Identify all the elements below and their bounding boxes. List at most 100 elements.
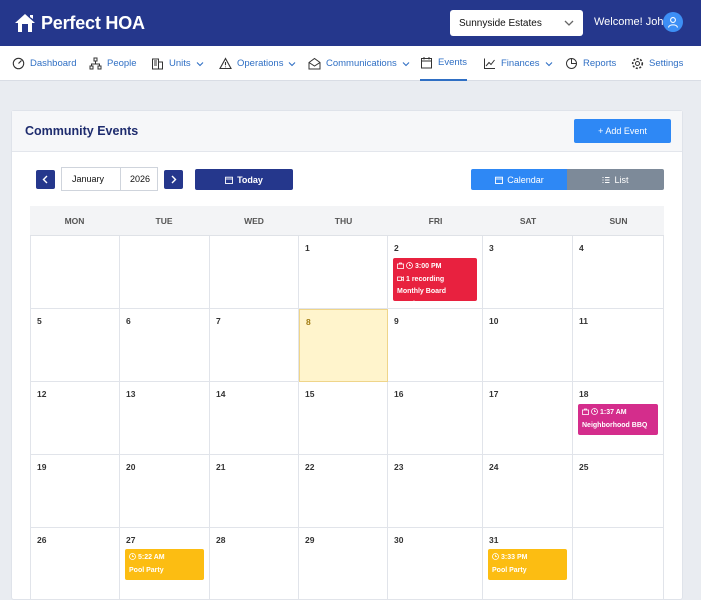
year-input[interactable]: 2026 <box>120 167 158 191</box>
calendar-weekday-header: MON TUE WED THU FRI SAT SUN <box>30 206 664 236</box>
nav-people-label: People <box>107 58 137 69</box>
calendar-view-button[interactable]: Calendar <box>471 169 568 190</box>
calendar-today-cell[interactable]: 8 <box>299 309 388 382</box>
nav-settings[interactable]: Settings <box>631 46 683 81</box>
calendar-day-cell[interactable]: 29 <box>299 528 388 600</box>
main-nav: Dashboard People Units Operations Commun… <box>0 46 701 81</box>
day-number: 4 <box>579 243 584 253</box>
calendar-day-cell[interactable]: 28 <box>210 528 299 600</box>
calendar-day-cell[interactable]: 26 <box>30 528 120 600</box>
day-number: 20 <box>126 462 136 472</box>
event-time-row: 1:37 AM <box>582 407 654 420</box>
calendar-day-cell[interactable]: 3 <box>483 236 573 309</box>
calendar-empty-cell <box>30 236 120 309</box>
nav-settings-label: Settings <box>649 58 684 69</box>
event-time: 3:00 PM <box>415 263 442 270</box>
day-number: 10 <box>489 316 499 326</box>
day-number: 1 <box>305 243 310 253</box>
list-view-label: List <box>614 174 629 185</box>
event-neighborhood-bbq[interactable]: 1:37 AM Neighborhood BBQ <box>578 404 658 435</box>
calendar-day-cell[interactable]: 17 <box>483 382 573 455</box>
calendar-day-cell[interactable]: 10 <box>483 309 573 382</box>
user-avatar-button[interactable] <box>663 12 683 32</box>
nav-people[interactable]: People <box>89 46 137 81</box>
calendar-icon <box>225 176 234 184</box>
day-number: 2 <box>394 243 399 253</box>
chevron-down-icon <box>402 61 410 66</box>
calendar-day-cell[interactable]: 19 <box>30 455 120 528</box>
event-pool-party[interactable]: 5:22 AM Pool Party <box>125 549 204 580</box>
calendar-day-cell[interactable]: 31 3:33 PM Pool Party <box>483 528 573 600</box>
calendar-day-cell[interactable]: 20 <box>120 455 210 528</box>
day-number: 15 <box>305 389 315 399</box>
add-event-button[interactable]: + Add Event <box>574 119 671 143</box>
calendar-icon <box>495 176 504 184</box>
today-button-label: Today <box>237 174 263 185</box>
calendar-icon <box>421 57 432 69</box>
event-pool-party[interactable]: 3:33 PM Pool Party <box>488 549 567 580</box>
community-select-value: Sunnyside Estates <box>459 17 542 29</box>
day-number: 25 <box>579 462 589 472</box>
nav-communications-label: Communications <box>326 58 397 69</box>
calendar-day-cell[interactable]: 16 <box>388 382 483 455</box>
nav-reports[interactable]: Reports <box>565 46 616 81</box>
nav-communications[interactable]: Communications <box>308 46 410 81</box>
day-number: 5 <box>37 316 42 326</box>
calendar-day-cell[interactable]: 2 3:00 PM 1 recording Monthly Board Meet… <box>388 236 483 309</box>
event-title: Neighborhood BBQ <box>582 421 648 429</box>
calendar-empty-cell <box>210 236 299 309</box>
weekday-label: WED <box>244 216 264 226</box>
calendar-day-cell[interactable]: 21 <box>210 455 299 528</box>
calendar-day-cell[interactable]: 24 <box>483 455 573 528</box>
calendar-day-cell[interactable]: 15 <box>299 382 388 455</box>
calendar-day-cell[interactable]: 14 <box>210 382 299 455</box>
calendar-day-cell[interactable]: 7 <box>210 309 299 382</box>
briefcase-icon <box>582 408 589 415</box>
people-network-icon <box>89 57 102 70</box>
day-number: 19 <box>37 462 47 472</box>
calendar-day-cell[interactable]: 5 <box>30 309 120 382</box>
calendar-day-cell[interactable]: 12 <box>30 382 120 455</box>
event-time: 5:22 AM <box>138 554 165 561</box>
month-select[interactable]: January <box>61 167 121 191</box>
welcome-text: Welcome! John <box>594 16 670 28</box>
calendar-day-cell[interactable]: 27 5:22 AM Pool Party <box>120 528 210 600</box>
calendar-day-cell[interactable]: 4 <box>573 236 664 309</box>
nav-finances-label: Finances <box>501 58 540 69</box>
chevron-down-icon <box>196 61 204 66</box>
nav-finances[interactable]: Finances <box>483 46 553 81</box>
calendar-day-cell[interactable]: 11 <box>573 309 664 382</box>
calendar-day-cell[interactable]: 6 <box>120 309 210 382</box>
user-icon <box>667 17 679 28</box>
nav-dashboard-label: Dashboard <box>30 58 77 69</box>
day-number: 29 <box>305 535 315 545</box>
building-icon <box>152 58 163 70</box>
day-number: 30 <box>394 535 404 545</box>
community-select[interactable]: Sunnyside Estates <box>450 10 583 36</box>
nav-operations[interactable]: Operations <box>219 46 296 81</box>
weekday-label: TUE <box>155 216 173 226</box>
weekday-label: FRI <box>428 216 443 226</box>
calendar-day-cell[interactable]: 13 <box>120 382 210 455</box>
calendar-day-cell[interactable]: 1 <box>299 236 388 309</box>
calendar-day-cell[interactable]: 23 <box>388 455 483 528</box>
list-view-button[interactable]: List <box>567 169 664 190</box>
calendar-day-cell[interactable]: 25 <box>573 455 664 528</box>
calendar-day-cell[interactable]: 9 <box>388 309 483 382</box>
event-time-row: 3:00 PM <box>397 261 473 274</box>
calendar-empty-cell <box>120 236 210 309</box>
nav-events[interactable]: Events <box>420 46 468 81</box>
nav-dashboard[interactable]: Dashboard <box>12 46 76 81</box>
nav-units[interactable]: Units <box>151 46 204 81</box>
calendar-day-cell[interactable]: 22 <box>299 455 388 528</box>
event-monthly-board-meeting[interactable]: 3:00 PM 1 recording Monthly Board Meetin… <box>393 258 477 308</box>
today-button[interactable]: Today <box>195 169 293 190</box>
calendar-day-cell[interactable]: 18 1:37 AM Neighborhood BBQ <box>573 382 664 455</box>
prev-month-button[interactable] <box>36 170 55 189</box>
logo[interactable]: Perfect HOA <box>13 11 145 35</box>
video-camera-icon <box>397 275 404 281</box>
clock-icon <box>406 262 413 269</box>
calendar-day-cell[interactable]: 30 <box>388 528 483 600</box>
day-number: 7 <box>216 316 221 326</box>
next-month-button[interactable] <box>164 170 183 189</box>
